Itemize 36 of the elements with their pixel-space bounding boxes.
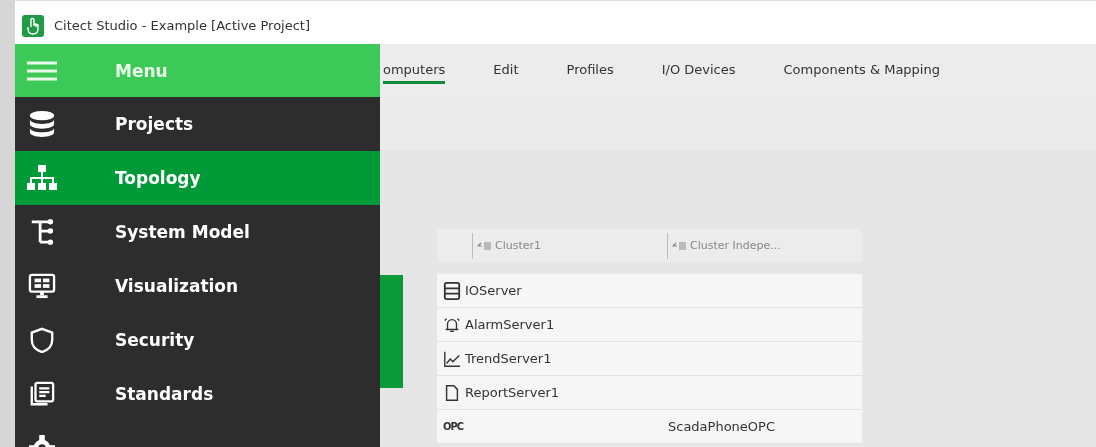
menu-item[interactable]: System Model (15, 205, 380, 259)
menu-label: System Model (115, 222, 250, 242)
menu-label: Standards (115, 384, 214, 404)
opc-icon: OPC (443, 420, 463, 433)
table-cell: ScadaPhoneOPC (668, 419, 775, 434)
app-logo-icon (22, 14, 44, 37)
cluster-icon (672, 240, 686, 251)
table-cell: TrendServer1 (465, 351, 552, 366)
table-cell: IOServer (465, 283, 522, 298)
menu-item[interactable]: Projects (15, 97, 380, 151)
table-cell: AlarmServer1 (465, 317, 555, 332)
menu-item[interactable]: Security (15, 313, 380, 367)
chart-icon (443, 349, 461, 368)
window-title: Citect Studio - Example [Active Project] (54, 18, 311, 33)
tab[interactable]: omputers (383, 58, 446, 84)
server-icon (443, 281, 461, 300)
menu-item[interactable]: Standards (15, 367, 380, 421)
tab[interactable]: Components & Mapping (783, 58, 940, 84)
tab[interactable]: Edit (493, 58, 519, 84)
document-icon (443, 383, 461, 402)
cluster-icon (477, 240, 491, 251)
menu-label: Security (115, 330, 195, 350)
table-cell: ReportServer1 (465, 385, 559, 400)
tab[interactable]: I/O Devices (661, 58, 736, 84)
menu-label: Visualization (115, 276, 239, 296)
column-label: Cluster Indepe... (690, 239, 781, 252)
monitor-icon (27, 273, 57, 299)
column-label: Cluster1 (495, 239, 542, 252)
menu-item[interactable]: Topology (15, 151, 380, 205)
hierarchy-icon (27, 165, 57, 191)
tab[interactable]: Profiles (566, 58, 614, 84)
menu-item[interactable]: Visualization (15, 259, 380, 313)
menu-label: Topology (115, 168, 201, 188)
database-icon (27, 111, 57, 137)
menu-title: Menu (115, 60, 168, 81)
menu-label: Projects (115, 114, 194, 134)
